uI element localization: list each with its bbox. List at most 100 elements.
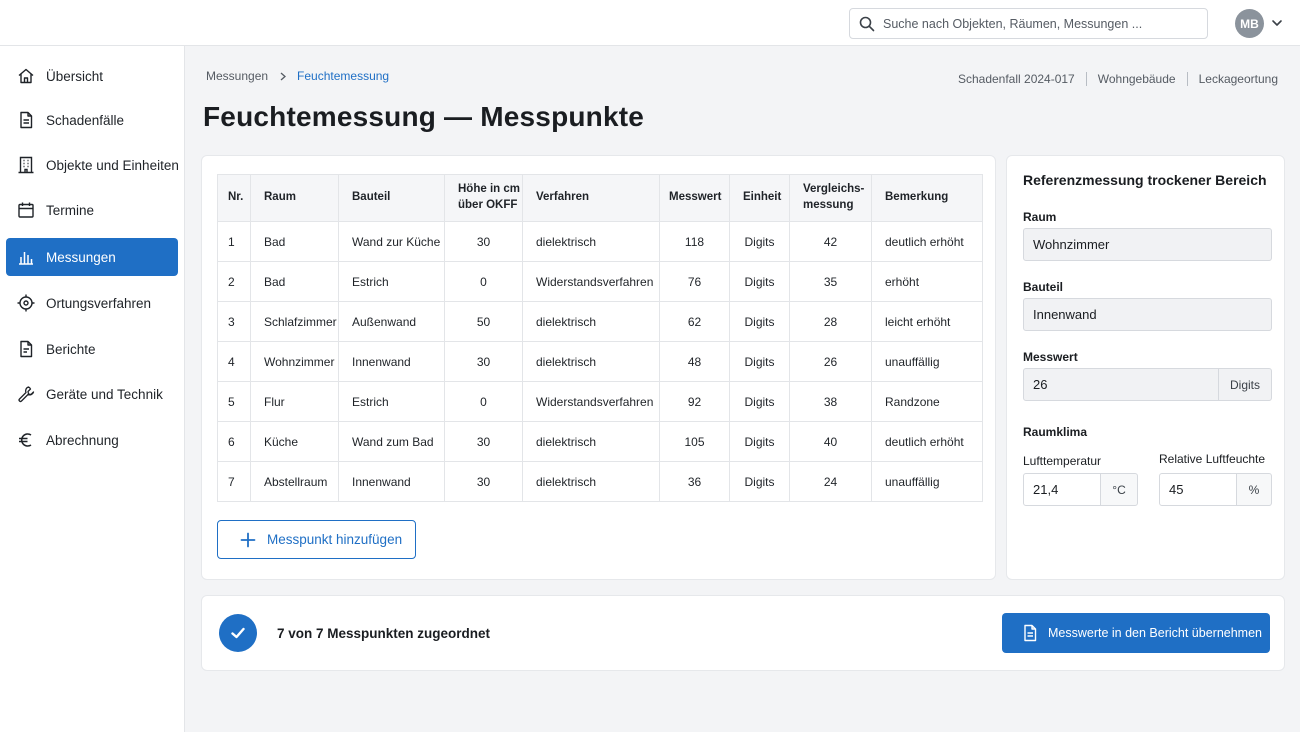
cell-bauteil: Innenwand [338,461,445,502]
sidebar-item-schadenfaelle[interactable]: Schadenfälle [6,101,178,139]
cell-nr: 3 [217,301,251,342]
cell-nr: 4 [217,341,251,382]
messwert-label: Messwert [1023,350,1078,364]
document-icon [1024,624,1037,642]
sidebar-item-label: Termine [46,202,95,218]
cell-nr: 6 [217,421,251,462]
cell-nr: 7 [217,461,251,502]
column-header-bemerkung: Bemerkung [871,174,983,222]
cell-nr: 5 [217,381,251,422]
sidebar-item-label: Geräte und Technik [46,386,163,402]
table-row[interactable]: 4 Wohnzimmer Innenwand 30 dielektrisch 4… [217,341,983,382]
checkmark-icon [231,627,245,639]
sidebar-item-label: Schadenfälle [46,112,125,128]
messwert-field[interactable] [1023,368,1219,401]
lufttemperatur-field[interactable] [1023,473,1101,506]
cell-vergleich: 40 [789,421,872,462]
bauteil-label: Bauteil [1023,280,1064,294]
cell-messwert: 92 [659,381,730,422]
column-header-bauteil: Bauteil [338,174,445,222]
context-divider [1186,72,1188,86]
lufttemperatur-label: Lufttemperatur [1023,454,1102,468]
add-measurement-point-button[interactable]: Messpunkt hinzufügen [217,520,416,559]
table-header-row: Nr. Raum Bauteil Höhe in cm über OKFF Ver… [217,174,983,222]
lufttemperatur-unit: °C [1100,473,1138,506]
sidebar-item-uebersicht[interactable]: Übersicht [6,57,178,95]
cell-verfahren: dielektrisch [522,461,660,502]
cell-hoehe: 0 [444,261,523,302]
sidebar-item-abrechnung[interactable]: Abrechnung [6,421,178,459]
column-header-einheit: Einheit [729,174,790,222]
document-icon [20,111,33,129]
cell-vergleich: 24 [789,461,872,502]
table-row[interactable]: 3 Schlafzimmer Außenwand 50 dielektrisch… [217,301,983,342]
calendar-icon [18,202,34,218]
cell-raum: Wohnzimmer [250,341,339,382]
sidebar-item-geraete[interactable]: Geräte und Technik [6,375,178,413]
cell-bauteil: Estrich [338,381,445,422]
apply-to-report-button[interactable]: Messwerte in den Bericht übernehmen [1002,613,1270,653]
luftfeuchte-field[interactable] [1159,473,1237,506]
measurement-table: Nr. Raum Bauteil Höhe in cm über OKFF Ver… [217,174,983,502]
cell-einheit: Digits [729,341,790,382]
cell-messwert: 118 [659,221,730,262]
cell-raum: Schlafzimmer [250,301,339,342]
bauteil-field[interactable] [1023,298,1272,331]
case-number: Schadenfall 2024-017 [957,72,1075,86]
sidebar-item-label: Ortungsverfahren [46,295,152,311]
cell-messwert: 76 [659,261,730,302]
sidebar-item-termine[interactable]: Termine [6,191,178,229]
cell-bemerkung: Randzone [871,381,983,422]
search-box[interactable] [849,8,1208,39]
case-context: Schadenfall 2024-017 Wohngebäude Leckage… [958,72,1278,86]
sidebar-item-objekte[interactable]: Objekte und Einheiten [6,146,179,184]
cell-verfahren: dielektrisch [522,221,660,262]
euro-icon [19,433,32,447]
table-row[interactable]: 5 Flur Estrich 0 Widerstandsverfahren 92… [217,381,983,422]
cell-verfahren: Widerstandsverfahren [522,381,660,422]
report-icon [20,340,33,358]
cell-messwert: 36 [659,461,730,502]
cell-messwert: 48 [659,341,730,382]
avatar[interactable]: MB [1235,9,1264,38]
table-row[interactable]: 2 Bad Estrich 0 Widerstandsverfahren 76 … [217,261,983,302]
cell-hoehe: 30 [444,461,523,502]
page-title: Feuchtemessung — Messpunkte [203,101,645,132]
cell-hoehe: 30 [444,341,523,382]
column-header-hoehe-line1: Höhe in cm [458,183,520,196]
reference-measurement-card: Referenzmessung trockener Bereich Raum B… [1006,155,1285,580]
raum-field[interactable] [1023,228,1272,261]
cell-raum: Bad [250,261,339,302]
sidebar-item-berichte[interactable]: Berichte [6,330,178,368]
column-header-vergleich: Vergleichs-messung [789,174,872,222]
cell-raum: Flur [250,381,339,422]
breadcrumb-parent[interactable]: Messungen [206,69,268,83]
cell-nr: 2 [217,261,251,302]
cell-bemerkung: deutlich erhöht [871,221,983,262]
reference-title: Referenzmessung trockener Bereich [1023,172,1267,188]
cell-bauteil: Wand zur Küche [338,221,445,262]
breadcrumb: Messungen Feuchtemessung [206,69,389,83]
table-row[interactable]: 1 Bad Wand zur Küche 30 dielektrisch 118… [217,221,983,262]
cell-bemerkung: deutlich erhöht [871,421,983,462]
sidebar-item-messungen[interactable]: Messungen [6,238,178,276]
sidebar-item-label: Objekte und Einheiten [46,157,179,173]
apply-to-report-label: Messwerte in den Bericht übernehmen [1048,626,1263,640]
luftfeuchte-unit: % [1236,473,1272,506]
column-header-hoehe: Höhe in cm über OKFF [444,174,523,222]
table-row[interactable]: 6 Küche Wand zum Bad 30 dielektrisch 105… [217,421,983,462]
raumklima-label: Raumklima [1023,425,1088,439]
plus-icon [240,532,256,547]
chevron-down-icon[interactable] [1271,17,1283,29]
cell-verfahren: dielektrisch [522,341,660,382]
chevron-right-icon [280,72,287,80]
search-input[interactable] [883,16,1203,31]
cell-raum: Küche [250,421,339,462]
cell-vergleich: 28 [789,301,872,342]
status-check [219,614,257,652]
cell-einheit: Digits [729,461,790,502]
sidebar: Übersicht Schadenfälle Objekte und Einhe… [0,46,185,732]
sidebar-item-ortungsverfahren[interactable]: Ortungsverfahren [6,284,178,322]
table-row[interactable]: 7 Abstellraum Innenwand 30 dielektrisch … [217,461,983,502]
cell-bauteil: Estrich [338,261,445,302]
